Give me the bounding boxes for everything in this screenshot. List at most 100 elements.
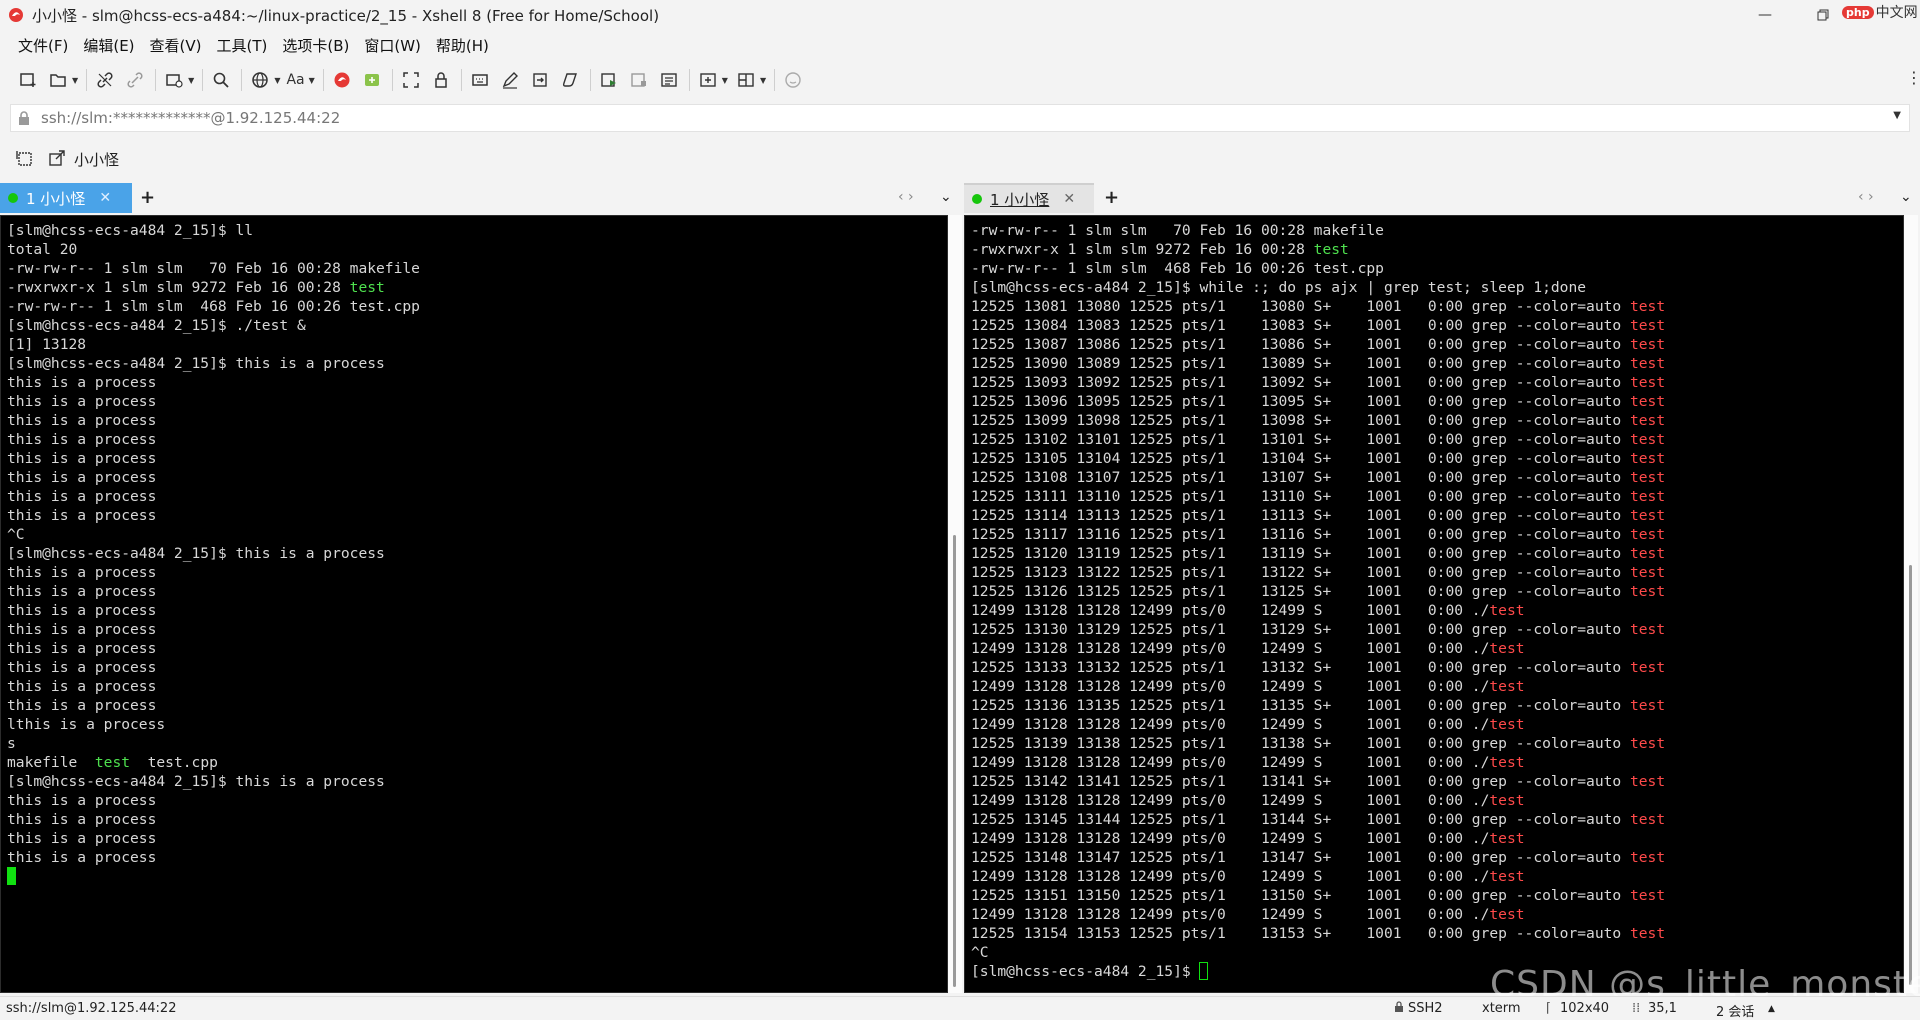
close-icon[interactable]: ✕ [1063,191,1075,207]
terminal-text: 12525 13096 13095 12525 pts/1 13095 S+ 1… [971,393,1630,410]
terminal-text: 12525 13126 13125 12525 pts/1 13125 S+ 1… [971,583,1630,600]
add-tab-button[interactable]: + [140,187,155,208]
add-tab-button[interactable]: + [1104,187,1119,208]
chevron-up-icon[interactable]: ▲ [1768,1004,1775,1014]
new-tab-icon[interactable] [696,68,720,92]
menu-file[interactable]: 文件(F) [18,35,68,56]
left-scrollbar[interactable] [948,215,962,993]
left-session-tab[interactable]: 1 小小怪 ✕ [0,183,132,213]
xftp-icon[interactable] [360,68,384,92]
transfer-icon[interactable] [528,68,552,92]
minimize-button[interactable]: — [1742,0,1788,30]
terminal-text: test [1629,811,1666,828]
left-terminal[interactable]: [slm@hcss-ecs-a484 2_15]$ ll total 20 -rw-… [0,215,948,993]
right-terminal[interactable]: -rw-rw-r-- 1 slm slm 70 Feb 16 00:28 mak… [964,215,1904,993]
stop-record-icon[interactable] [627,68,651,92]
chevron-down-icon[interactable]: ▼ [274,76,280,85]
terminal-text: test [1629,583,1666,600]
terminal-line: 12525 13145 13144 12525 pts/1 13144 S+ 1… [971,810,1665,829]
terminal-line: this is a process [7,658,420,677]
terminal-text: test [1489,640,1525,657]
external-link-icon[interactable] [48,150,66,168]
terminal-text: 12499 13128 13128 12499 pts/0 12499 S 10… [971,716,1490,733]
terminal-line: -rwxrwxr-x 1 slm slm 9272 Feb 16 00:28 t… [7,278,420,297]
terminal-line: this is a process [7,563,420,582]
open-folder-icon[interactable] [46,68,70,92]
terminal-text: this is a process [7,792,157,809]
disconnect-icon[interactable] [123,68,147,92]
terminal-line: 12525 13126 13125 12525 pts/1 13125 S+ 1… [971,582,1665,601]
tab-scroll-left-icon[interactable]: ‹ › [898,189,914,205]
terminal-text: test [1313,241,1349,258]
terminal-text: test [1629,659,1666,676]
chevron-down-icon[interactable]: ▼ [1893,110,1901,121]
terminal-line: 12525 13081 13080 12525 pts/1 13080 S+ 1… [971,297,1665,316]
tab-list-icon[interactable]: ⌄ [1900,189,1912,205]
toolbar-divider [322,69,324,91]
record-icon[interactable] [597,68,621,92]
terminal-text: test [1629,697,1666,714]
cursor-position-icon: ⁞⁞ [1632,1001,1641,1016]
terminal-text: this is a process [7,374,157,391]
address-text[interactable]: ssh://slm:*************@1.92.125.44:22 [41,109,340,127]
session-name[interactable]: 小小怪 [74,149,119,170]
properties-icon[interactable] [162,68,186,92]
restore-button[interactable] [1800,0,1846,30]
terminal-text: test [1629,621,1666,638]
lock-icon[interactable] [429,68,453,92]
corner-logo: php 中文网 [1842,2,1918,22]
menu-view[interactable]: 查看(V) [150,35,202,56]
chat-icon[interactable] [781,68,805,92]
chevron-down-icon[interactable]: ▼ [722,76,728,85]
terminal-text: 12525 13139 13138 12525 pts/1 13138 S+ 1… [971,735,1630,752]
terminal-text: 12499 13128 13128 12499 pts/0 12499 S 10… [971,754,1490,771]
link-icon[interactable] [93,68,117,92]
terminal-text: -rwxrwxr-x 1 slm slm 9272 Feb 16 00:28 [971,241,1314,258]
compose-icon[interactable] [498,68,522,92]
script-icon[interactable] [558,68,582,92]
scrollbar-thumb[interactable] [953,535,956,987]
status-sessions[interactable]: 2 会话 [1716,1001,1754,1020]
new-session-icon[interactable] [16,68,40,92]
menu-tools[interactable]: 工具(T) [217,35,268,56]
menu-help[interactable]: 帮助(H) [436,35,489,56]
terminal-text: 12499 13128 13128 12499 pts/0 12499 S 10… [971,868,1490,885]
terminal-line: 12499 13128 13128 12499 pts/0 12499 S 10… [971,677,1665,696]
menu-window[interactable]: 窗口(W) [364,35,421,56]
tab-list-icon[interactable]: ⌄ [940,189,952,205]
terminal-text: test [1629,735,1666,752]
terminal-text: [slm@hcss-ecs-a484 2_15]$ [971,963,1200,980]
terminal-text: 12525 13154 13153 12525 pts/1 13153 S+ 1… [971,925,1630,942]
search-icon[interactable] [209,68,233,92]
more-icon[interactable]: ⋮ [1906,68,1920,87]
tab-scroll-left-icon[interactable]: ‹ › [1858,189,1874,205]
close-icon[interactable]: ✕ [99,190,111,206]
address-bar[interactable]: ssh://slm:*************@1.92.125.44:22 ▼ [10,104,1910,132]
connected-status-icon [8,193,18,203]
log-icon[interactable] [657,68,681,92]
scrollbar-thumb[interactable] [1909,565,1912,985]
session-manager-icon[interactable] [16,150,34,168]
menu-edit[interactable]: 编辑(E) [83,35,134,56]
right-tab-row: 1 小小怪 ✕ + ‹ › ⌄ [964,181,1920,213]
xshell-logo-icon[interactable] [330,68,354,92]
right-scrollbar[interactable] [1904,215,1918,993]
terminal-line: this is a process [7,449,420,468]
terminal-line: [slm@hcss-ecs-a484 2_15]$ ll [7,221,420,240]
keyboard-icon[interactable] [468,68,492,92]
terminal-line: 12499 13128 13128 12499 pts/0 12499 S 10… [971,905,1665,924]
chevron-down-icon[interactable]: ▼ [188,76,194,85]
layout-icon[interactable] [734,68,758,92]
font-icon[interactable]: Aa [286,72,304,88]
menu-tabs[interactable]: 选项卡(B) [282,35,349,56]
terminal-line: this is a process [7,506,420,525]
fullscreen-icon[interactable] [399,68,423,92]
globe-icon[interactable] [248,68,272,92]
chevron-down-icon[interactable]: ▼ [309,76,315,85]
right-session-tab[interactable]: 1 小小怪 ✕ [964,183,1094,213]
terminal-line: -rwxrwxr-x 1 slm slm 9272 Feb 16 00:28 t… [971,240,1665,259]
terminal-text: ^C [7,526,25,543]
terminal-line: lthis is a process [7,715,420,734]
chevron-down-icon[interactable]: ▼ [72,76,78,85]
chevron-down-icon[interactable]: ▼ [760,76,766,85]
